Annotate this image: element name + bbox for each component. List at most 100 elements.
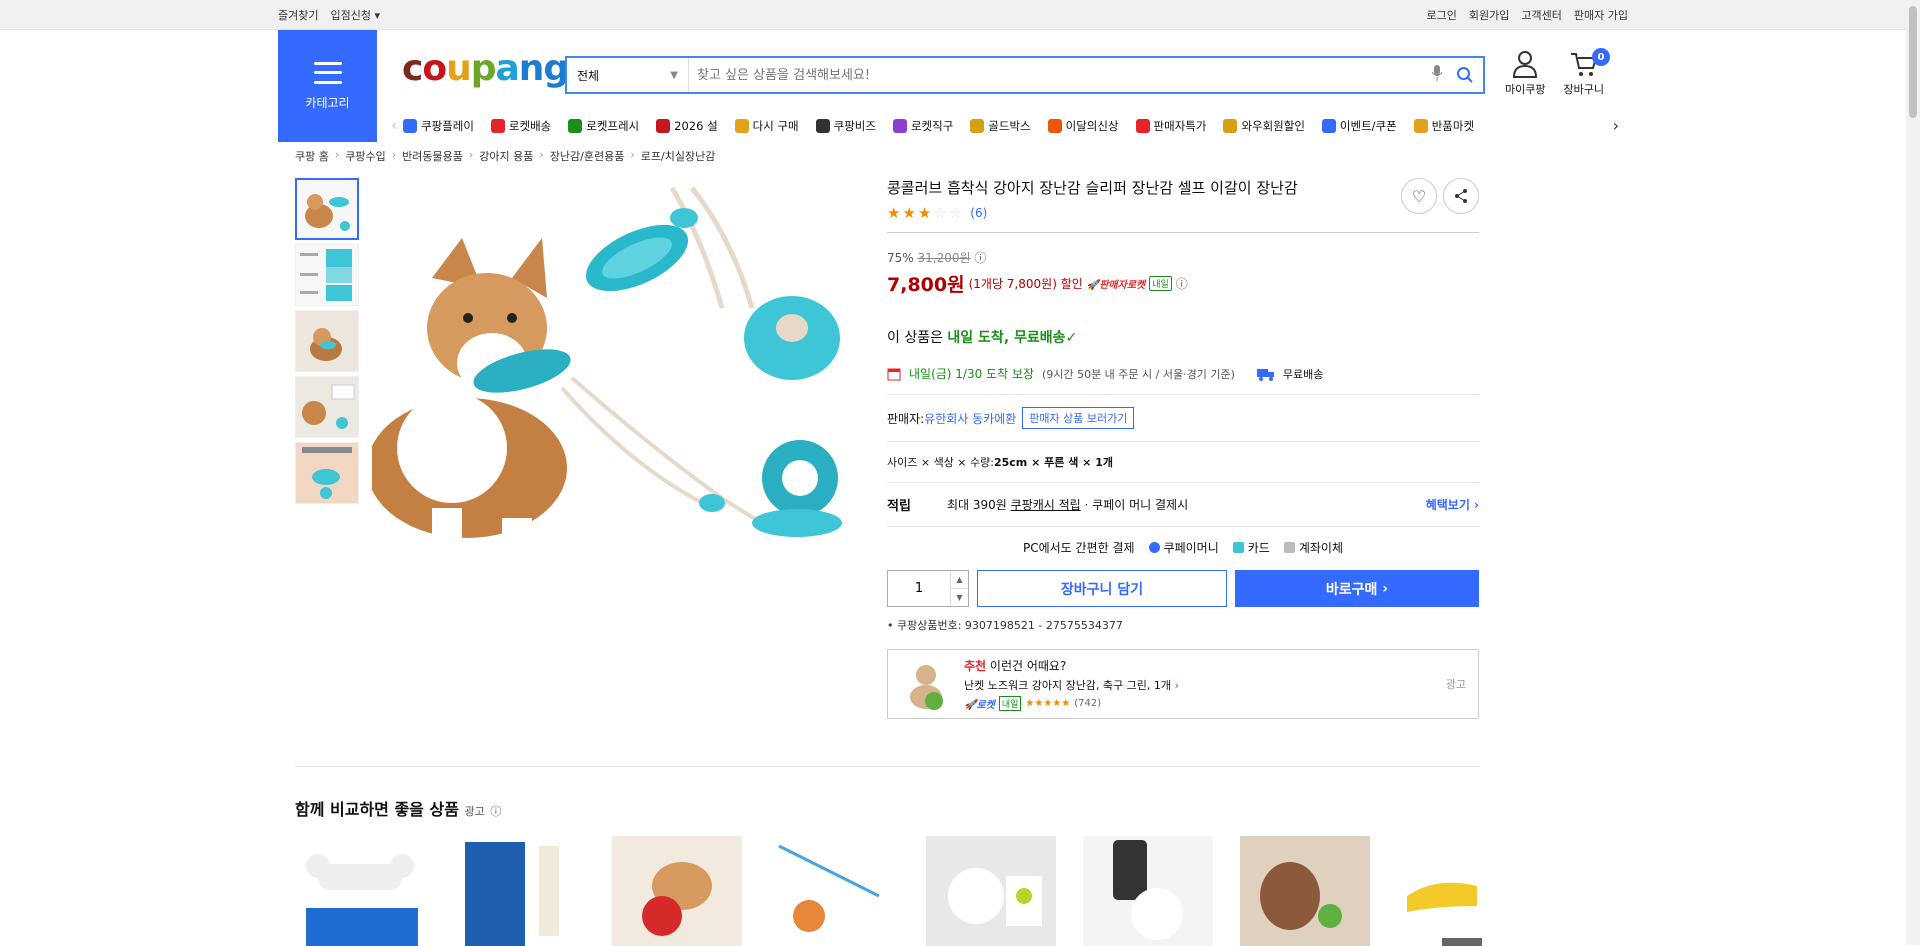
buy-now-label: 바로구매 bbox=[1325, 581, 1378, 598]
cash-suffix: · 쿠페이 머니 결제시 bbox=[1080, 498, 1189, 512]
quick-nav-item[interactable]: 이달의신상 bbox=[1047, 118, 1119, 134]
rating-stars-icon: ★★★★★ bbox=[1025, 698, 1071, 709]
product-card[interactable] bbox=[1397, 836, 1482, 946]
product-thumbnail[interactable] bbox=[295, 376, 359, 438]
quick-nav-item[interactable]: 2026 설 bbox=[656, 118, 718, 134]
bookmark-link[interactable]: 즐겨찾기 bbox=[278, 7, 318, 23]
delivery-headline: 이 상품은 내일 도착, 무료배송✓ bbox=[887, 327, 1479, 347]
cart-label: 장바구니 bbox=[1563, 83, 1604, 96]
quick-nav-item[interactable]: 이벤트/쿠폰 bbox=[1321, 118, 1397, 134]
pay-method-label: 카드 bbox=[1247, 541, 1270, 555]
quick-nav-label: 로켓직구 bbox=[910, 119, 954, 133]
search-input[interactable] bbox=[689, 58, 1427, 92]
product-card[interactable] bbox=[1240, 836, 1370, 946]
chevron-right-icon[interactable]: › bbox=[1613, 116, 1619, 135]
rocket-badge: 🚀로켓 bbox=[964, 700, 995, 711]
recommend-tag: 추천 bbox=[964, 659, 987, 673]
cart-button[interactable]: 장바구니 0 bbox=[1563, 48, 1610, 97]
buy-now-button[interactable]: 바로구매 › bbox=[1235, 570, 1479, 607]
info-icon[interactable]: ⓘ bbox=[1176, 275, 1188, 292]
info-icon[interactable]: ⓘ bbox=[974, 251, 986, 265]
quick-nav-icon bbox=[734, 119, 749, 133]
product-card[interactable] bbox=[612, 836, 742, 946]
breadcrumb-item[interactable]: 반려동물용품 bbox=[402, 148, 463, 164]
coupang-cash-link[interactable]: 쿠팡캐시 적립 bbox=[1011, 498, 1081, 512]
top-utility-bar: 즐겨찾기 입점신청 ▾ 로그인 회원가입 고객센터 판매자 가입 bbox=[0, 0, 1920, 30]
product-rating[interactable]: ★ ★ ★ ☆ ☆ (6) bbox=[887, 204, 1479, 222]
customer-center-link[interactable]: 고객센터 bbox=[1521, 7, 1561, 23]
product-card[interactable] bbox=[298, 836, 428, 946]
quick-nav-item[interactable]: 다시 구매 bbox=[734, 118, 799, 134]
cash-detail: 최대 390원 쿠팡캐시 적립 · 쿠페이 머니 결제시 bbox=[947, 496, 1426, 513]
quantity-up-button[interactable]: ▲ bbox=[951, 571, 968, 588]
arrival-note: (9시간 50분 내 주문 시 / 서울⋅경기 기준) bbox=[1042, 367, 1235, 381]
product-card[interactable] bbox=[1083, 836, 1213, 946]
seller-name-link[interactable]: 유한회사 동카에환 bbox=[924, 410, 1016, 427]
product-card[interactable] bbox=[926, 836, 1056, 946]
vendor-apply-link[interactable]: 입점신청 ▾ bbox=[330, 7, 380, 23]
quick-nav-item[interactable]: 쿠팡비즈 bbox=[815, 118, 876, 134]
recommendation-ad[interactable]: 추천 이런건 어때요? 난켓 노즈워크 강아지 장난감, 축구 그린, 1개 ›… bbox=[887, 649, 1479, 719]
my-coupang-label: 마이쿠팡 bbox=[1505, 83, 1546, 96]
option-label: 사이즈 × 색상 × 수량: bbox=[887, 456, 994, 469]
share-button[interactable] bbox=[1443, 178, 1479, 214]
coupang-logo[interactable]: coupang bbox=[402, 48, 569, 89]
chevron-left-icon[interactable]: ‹ bbox=[385, 118, 403, 134]
seller-products-button[interactable]: 판매자 상품 보러가기 bbox=[1022, 407, 1135, 429]
quantity-input[interactable] bbox=[888, 571, 950, 606]
product-thumbnail[interactable] bbox=[295, 178, 359, 240]
heart-icon: ♡ bbox=[1411, 186, 1427, 206]
compare-section-title: 함께 비교하면 좋을 상품 광고 ⓘ bbox=[295, 796, 501, 820]
calendar-icon bbox=[887, 368, 901, 380]
scrollbar-thumb[interactable] bbox=[1909, 6, 1917, 118]
wishlist-button[interactable]: ♡ bbox=[1401, 178, 1437, 214]
quick-nav-item[interactable]: 로켓직구 bbox=[892, 118, 954, 134]
category-menu-button[interactable]: 카테고리 bbox=[278, 30, 377, 142]
main-product-image[interactable] bbox=[367, 178, 872, 668]
my-coupang-button[interactable]: 마이쿠팡 bbox=[1505, 50, 1545, 97]
quick-nav-item[interactable]: 로켓배송 bbox=[490, 118, 551, 134]
quick-nav-item[interactable]: 쿠팡플레이 bbox=[403, 118, 474, 134]
star-icon: ★ bbox=[902, 204, 916, 222]
page-scrollbar[interactable] bbox=[1906, 0, 1920, 945]
breadcrumb-item[interactable]: 장난감/훈련용품 bbox=[550, 148, 625, 164]
benefit-more-link[interactable]: 혜택보기 › bbox=[1426, 496, 1479, 513]
breadcrumb-item[interactable]: 강아지 용품 bbox=[479, 148, 533, 164]
review-count[interactable]: (6) bbox=[970, 206, 987, 220]
tomorrow-badge: 내일 bbox=[998, 696, 1022, 711]
quantity-down-button[interactable]: ▼ bbox=[951, 588, 968, 606]
quick-nav-icon bbox=[490, 119, 505, 133]
product-thumbnail[interactable] bbox=[295, 244, 359, 306]
purchase-actions: ▲▼ 장바구니 담기 바로구매 › bbox=[887, 570, 1479, 607]
quick-nav-item[interactable]: 로켓프레시 bbox=[568, 118, 639, 134]
coupay-money: 쿠페이머니 bbox=[1148, 539, 1219, 556]
info-icon[interactable]: ⓘ bbox=[490, 805, 501, 818]
quick-nav-item[interactable]: 와우회원할인 bbox=[1223, 118, 1305, 134]
quick-nav-item[interactable]: 판매자특가 bbox=[1135, 118, 1206, 134]
quick-nav-label: 이달의신상 bbox=[1065, 119, 1119, 133]
quick-nav-icon bbox=[892, 119, 907, 133]
recommend-name: 난켓 노즈워크 강아지 장난감, 축구 그린, 1개 bbox=[964, 679, 1172, 692]
delivery-detail: 내일(금) 1/30 도착 보장 (9시간 50분 내 주문 시 / 서울⋅경기… bbox=[887, 365, 1479, 382]
login-link[interactable]: 로그인 bbox=[1427, 7, 1457, 23]
recommend-name-row: 난켓 노즈워크 강아지 장난감, 축구 그린, 1개 › bbox=[964, 677, 1179, 693]
search-category-select[interactable]: 전체 ▼ bbox=[567, 58, 689, 92]
microphone-icon[interactable] bbox=[1427, 65, 1447, 85]
quick-nav-item[interactable]: 반품마켓 bbox=[1413, 118, 1474, 134]
search-button[interactable] bbox=[1447, 66, 1483, 84]
seller-signup-link[interactable]: 판매자 가입 bbox=[1574, 7, 1628, 23]
product-card[interactable] bbox=[769, 836, 899, 946]
signup-link[interactable]: 회원가입 bbox=[1469, 7, 1509, 23]
vendor-apply-label: 입점신청 bbox=[330, 9, 371, 22]
product-thumbnail[interactable] bbox=[295, 442, 359, 504]
breadcrumb-item[interactable]: 쿠팡수입 bbox=[345, 148, 385, 164]
search-icon bbox=[1457, 67, 1473, 83]
quick-nav-item[interactable]: 골드박스 bbox=[970, 118, 1031, 134]
product-card[interactable] bbox=[455, 836, 585, 946]
add-to-cart-button[interactable]: 장바구니 담기 bbox=[977, 570, 1227, 607]
recommend-heading: 추천 이런건 어때요? bbox=[964, 657, 1179, 674]
breadcrumb-item[interactable]: 로프/치실장난감 bbox=[641, 148, 716, 164]
breadcrumb-item[interactable]: 쿠팡 홈 bbox=[295, 148, 329, 164]
product-thumbnail[interactable] bbox=[295, 310, 359, 372]
quick-nav-icon bbox=[1135, 119, 1150, 133]
